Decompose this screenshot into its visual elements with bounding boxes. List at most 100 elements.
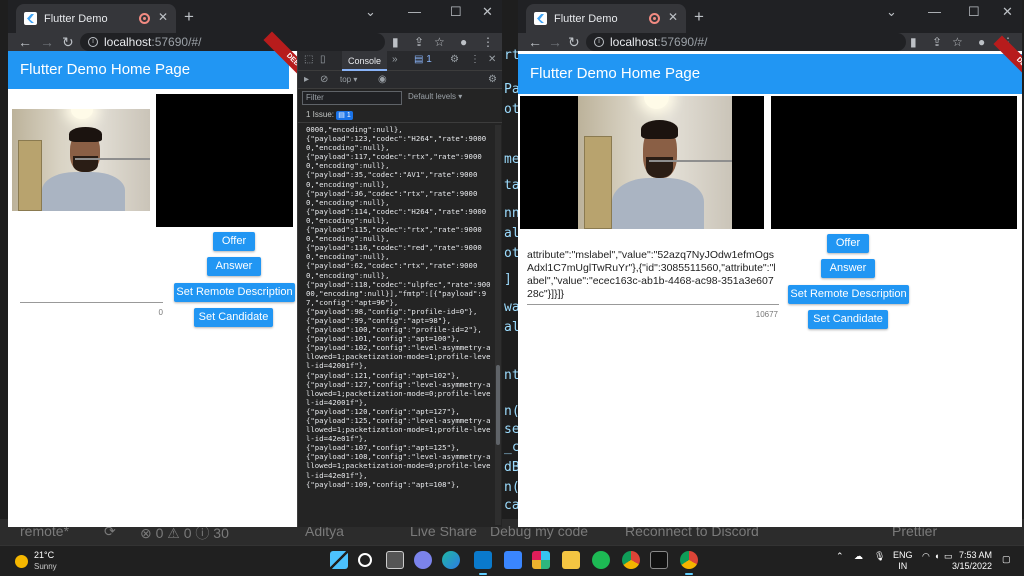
tab-title: Flutter Demo — [44, 12, 108, 25]
profile-avatar-icon[interactable]: ● — [978, 35, 985, 49]
file-explorer-icon[interactable] — [562, 551, 580, 569]
chrome-active-icon[interactable] — [680, 551, 698, 575]
close-window-button[interactable]: ✕ — [1002, 4, 1013, 20]
windows-taskbar: 21°C Sunny ⌃ ☁ 🎙 ENG IN ◠ ◖ ▭ 7:53 AM 3/1… — [0, 545, 1024, 576]
issues-badge-count: 1 — [346, 112, 351, 119]
minimize-button[interactable]: — — [928, 4, 941, 19]
address-bar[interactable]: i localhost:57690/#/ — [80, 33, 385, 51]
start-windows-icon[interactable] — [330, 551, 348, 569]
vscode-icon[interactable] — [474, 551, 492, 575]
sdp-text-field[interactable]: attribute":"mslabel","value":"52azq7NyJO… — [527, 249, 779, 301]
back-arrow-icon[interactable]: ← — [18, 33, 32, 51]
spotify-icon[interactable] — [592, 551, 610, 569]
microphone-icon[interactable]: 🎙 — [874, 551, 885, 562]
scroll-thumb[interactable] — [496, 365, 500, 445]
close-tab-icon[interactable]: ✕ — [668, 10, 678, 24]
teams-chat-icon[interactable] — [414, 551, 432, 569]
settings-gear-icon[interactable]: ⚙ — [450, 54, 459, 65]
camera-icon[interactable]: ▮ — [910, 35, 917, 49]
share-icon[interactable]: ⇪ — [932, 35, 942, 49]
language-indicator[interactable]: ENG IN — [893, 550, 913, 572]
back-arrow-icon[interactable]: ← — [528, 33, 542, 51]
issues-count: 1 — [426, 54, 432, 65]
system-clock[interactable]: 7:53 AM 3/15/2022 — [948, 550, 992, 572]
share-icon[interactable]: ⇪ — [414, 35, 424, 49]
new-tab-button[interactable]: + — [694, 7, 704, 27]
local-video — [12, 109, 150, 211]
answer-button[interactable]: Answer — [207, 257, 261, 276]
device-toolbar-icon[interactable]: ▯ — [320, 54, 326, 65]
console-toolbar: ▸ ⊘ top ▾ ◉ ⚙ — [298, 71, 502, 89]
camera-icon[interactable]: ▮ — [392, 35, 399, 49]
issues-bar[interactable]: 1 Issue: ▤ 1 — [298, 107, 502, 123]
task-view-icon[interactable] — [386, 551, 404, 569]
inspect-element-icon[interactable]: ⬚ — [304, 54, 313, 65]
weather-temperature[interactable]: 21°C — [34, 550, 54, 560]
browser-tab[interactable]: Flutter Demo ✕ — [526, 4, 686, 33]
more-tabs-icon[interactable]: » — [392, 54, 398, 65]
context-select[interactable]: top ▾ — [340, 75, 357, 84]
wifi-icon[interactable]: ◠ — [922, 551, 930, 562]
forward-arrow-icon[interactable]: → — [40, 33, 54, 51]
site-info-icon[interactable]: i — [594, 37, 604, 47]
console-settings-icon[interactable]: ⚙ — [488, 74, 497, 85]
address-bar[interactable]: i localhost:57690/#/ — [586, 33, 906, 51]
live-expression-eye-icon[interactable]: ◉ — [378, 74, 387, 85]
set-remote-description-button[interactable]: Set Remote Description — [174, 283, 295, 302]
onedrive-cloud-icon[interactable]: ☁ — [854, 551, 863, 562]
browser-tab[interactable]: Flutter Demo ✕ — [16, 4, 176, 33]
devtools-panel: ⬚ ▯ Console » ▤ 1 ⚙ ⋮ ✕ ▸ ⊘ top ▾ ◉ ⚙ Fi… — [297, 51, 502, 527]
slack-icon[interactable] — [532, 551, 550, 569]
issues-counter[interactable]: ▤ 1 — [414, 54, 432, 65]
offer-button[interactable]: Offer — [213, 232, 255, 251]
reload-icon[interactable]: ↻ — [568, 33, 580, 51]
chevron-down-icon[interactable]: ⌄ — [365, 4, 376, 20]
forward-arrow-icon[interactable]: → — [548, 33, 562, 51]
context-label: top — [340, 75, 352, 84]
search-icon[interactable] — [358, 553, 372, 567]
url-path: :57690/#/ — [657, 35, 708, 49]
bookmark-star-icon[interactable]: ☆ — [434, 35, 445, 49]
edge-icon[interactable] — [442, 551, 460, 569]
close-tab-icon[interactable]: ✕ — [158, 10, 168, 24]
set-remote-description-button[interactable]: Set Remote Description — [788, 285, 909, 304]
devtools-menu-icon[interactable]: ⋮ — [470, 54, 480, 65]
reload-icon[interactable]: ↻ — [62, 33, 74, 51]
issues-badge[interactable]: ▤ 1 — [336, 111, 353, 120]
maximize-button[interactable]: ☐ — [968, 4, 980, 20]
terminal-icon[interactable] — [650, 551, 668, 569]
tray-chevron-icon[interactable]: ⌃ — [836, 551, 844, 562]
set-candidate-button[interactable]: Set Candidate — [194, 308, 273, 327]
new-tab-button[interactable]: + — [184, 7, 194, 27]
local-video — [578, 96, 732, 229]
offer-button[interactable]: Offer — [827, 234, 869, 253]
minimize-button[interactable]: — — [408, 4, 421, 19]
answer-button[interactable]: Answer — [821, 259, 875, 278]
maximize-button[interactable]: ☐ — [450, 4, 462, 20]
notifications-icon[interactable]: ▢ — [1002, 554, 1011, 565]
close-window-button[interactable]: ✕ — [482, 4, 493, 20]
weather-description[interactable]: Sunny — [34, 562, 57, 571]
tab-console[interactable]: Console — [342, 51, 388, 71]
sun-icon[interactable] — [15, 555, 28, 568]
set-candidate-button[interactable]: Set Candidate — [808, 310, 888, 329]
clear-console-icon[interactable]: ⊘ — [320, 74, 328, 85]
more-menu-icon[interactable]: ⋮ — [482, 35, 494, 49]
devtools-tabs: ⬚ ▯ Console » ▤ 1 ⚙ ⋮ ✕ — [298, 51, 502, 71]
chrome-icon[interactable] — [622, 551, 640, 569]
sdp-field-underline — [527, 304, 779, 305]
console-filter-input[interactable]: Filter — [302, 91, 402, 105]
site-info-icon[interactable]: i — [88, 37, 98, 47]
bookmark-star-icon[interactable]: ☆ — [952, 35, 963, 49]
notepad-icon[interactable] — [504, 551, 522, 569]
sidebar-toggle-icon[interactable]: ▸ — [304, 74, 309, 85]
browser-toolbar: ← → ↻ i localhost:57690/#/ ▮ ⇪ ☆ ● ⋮ — [518, 33, 1022, 51]
browser-toolbar: ← → ↻ i localhost:57690/#/ ▮ ⇪ ☆ ● ⋮ — [8, 33, 502, 51]
close-devtools-icon[interactable]: ✕ — [488, 54, 496, 65]
url-path: :57690/#/ — [151, 35, 202, 49]
log-levels-dropdown[interactable]: Default levels ▾ — [408, 92, 462, 101]
console-scrollbar[interactable] — [495, 125, 501, 525]
profile-avatar-icon[interactable]: ● — [460, 35, 467, 49]
chevron-down-icon[interactable]: ⌄ — [886, 4, 897, 20]
volume-icon[interactable]: ◖ — [934, 551, 939, 561]
